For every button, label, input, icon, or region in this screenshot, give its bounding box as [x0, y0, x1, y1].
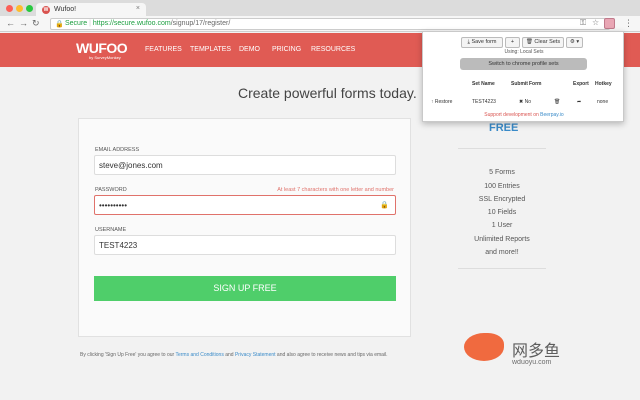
privacy-link[interactable]: Privacy Statement [235, 352, 276, 358]
set-name-cell: TEST4223 [472, 99, 496, 105]
reload-icon[interactable]: ↻ [32, 18, 40, 29]
export-set-icon[interactable]: ➦ [577, 99, 581, 105]
form-filler-popup: ⤓ Save form + 🗑 Clear Sets ⚙ ▾ Using: Lo… [422, 31, 624, 122]
terms-mid: and [223, 352, 235, 358]
maximize-window-button[interactable] [26, 5, 33, 12]
support-text: Support development on Beerpay.io [423, 112, 625, 118]
save-form-label: Save form [471, 39, 497, 45]
logo-subtitle: by SurveyMonkey [89, 55, 121, 60]
username-label: USERNAME [95, 227, 127, 233]
password-field[interactable]: •••••••••• 🔒 [94, 195, 396, 215]
support-prefix: Support development on [484, 112, 541, 118]
col-form: Form [529, 81, 542, 87]
plan-feature: SSL Encrypted [478, 196, 526, 203]
plan-feature: Unlimited Reports [474, 236, 530, 243]
watermark-text: 网多鱼 [512, 343, 561, 360]
browser-menu-icon[interactable]: ⋮ [624, 18, 633, 29]
wufoo-favicon-icon: W [42, 6, 50, 14]
save-form-button[interactable]: ⤓ Save form [461, 37, 503, 48]
email-label: EMAIL ADDRESS [95, 147, 140, 153]
password-value: •••••••••• [99, 201, 128, 210]
wufoo-logo[interactable]: WUFOO [76, 40, 128, 56]
settings-dropdown[interactable]: ⚙ ▾ [566, 37, 583, 48]
col-export: Export [573, 81, 589, 87]
key-icon[interactable]: ⚿ [580, 18, 586, 28]
url-domain: https://secure.wufoo.com [92, 20, 171, 27]
terms-text: By clicking 'Sign Up Free' you agree to … [80, 352, 388, 358]
storage-status: Using: Local Sets [504, 49, 544, 55]
hotkey-cell[interactable]: none [597, 99, 608, 105]
col-submit: Submit [511, 81, 528, 87]
secure-lock-icon: 🔒 [55, 21, 64, 28]
sign-up-button[interactable]: SIGN UP FREE [94, 276, 396, 301]
terms-prefix: By clicking 'Sign Up Free' you agree to … [80, 352, 176, 358]
forward-icon[interactable]: → [19, 18, 28, 28]
plan-divider-bottom [458, 268, 546, 269]
nav-features[interactable]: FEATURES [145, 46, 182, 53]
plan-feature: 100 Entries [484, 183, 520, 190]
switch-profile-button[interactable]: Switch to chrome profile sets [460, 58, 587, 70]
plan-divider-top [458, 148, 546, 149]
close-window-button[interactable] [6, 5, 13, 12]
restore-label: Restore [434, 99, 453, 105]
bookmark-star-icon[interactable]: ☆ [592, 18, 599, 27]
password-lock-icon: 🔒 [380, 202, 389, 209]
clear-sets-label: Clear Sets [534, 39, 561, 45]
autofill-extension-icon[interactable] [604, 18, 615, 29]
tab-title: Wufoo! [54, 6, 77, 13]
fish-logo-icon [464, 333, 504, 361]
nav-resources[interactable]: RESOURCES [311, 46, 355, 53]
watermark-url: wduoyu.com [512, 359, 552, 366]
delete-set-icon[interactable]: 🗑 [554, 99, 560, 105]
beerpay-link[interactable]: Beerpay.io [540, 112, 564, 118]
nav-templates[interactable]: TEMPLATES [190, 46, 231, 53]
submit-toggle[interactable]: ✖ No [519, 99, 531, 105]
address-bar[interactable]: 🔒 Secure | https://secure.wufoo.com/sign… [50, 18, 610, 30]
tab-wufoo[interactable]: W Wufoo! × [36, 3, 146, 16]
terms-suffix: and also agree to receive news and tips … [275, 352, 388, 358]
minimize-window-button[interactable] [16, 5, 23, 12]
email-field[interactable]: steve@jones.com [94, 155, 396, 175]
page-title: Create powerful forms today. [238, 85, 417, 101]
submit-value: No [524, 99, 531, 105]
nav-pricing[interactable]: PRICING [272, 46, 301, 53]
password-label: PASSWORD [95, 187, 127, 193]
col-set-name: Set Name [472, 81, 495, 87]
restore-button[interactable]: ↑ Restore [431, 99, 452, 105]
plan-feature: 1 User [491, 222, 513, 229]
add-set-button[interactable]: + [505, 37, 520, 48]
username-field[interactable]: TEST4223 [94, 235, 396, 255]
plan-feature: 5 Forms [489, 169, 515, 176]
secure-label: Secure [65, 20, 88, 27]
url-path: /signup/17/register/ [170, 20, 231, 27]
plan-feature: and more!! [485, 249, 519, 256]
back-icon[interactable]: ← [6, 18, 15, 28]
browser-toolbar: ← → ↻ 🔒 Secure | https://secure.wufoo.co… [0, 16, 640, 32]
nav-demo[interactable]: DEMO [239, 46, 260, 53]
plan-heading: FREE [489, 122, 519, 134]
tab-close-icon[interactable]: × [136, 5, 140, 12]
password-hint: At least 7 characters with one letter an… [277, 187, 394, 193]
terms-link[interactable]: Terms and Conditions [175, 352, 223, 358]
col-hotkey: Hotkey [595, 81, 612, 87]
tab-strip: W Wufoo! × [0, 0, 640, 16]
clear-sets-button[interactable]: 🗑 Clear Sets [522, 37, 564, 48]
plan-feature: 10 Fields [487, 209, 517, 216]
signup-form: EMAIL ADDRESS steve@jones.com PASSWORD A… [78, 118, 411, 337]
